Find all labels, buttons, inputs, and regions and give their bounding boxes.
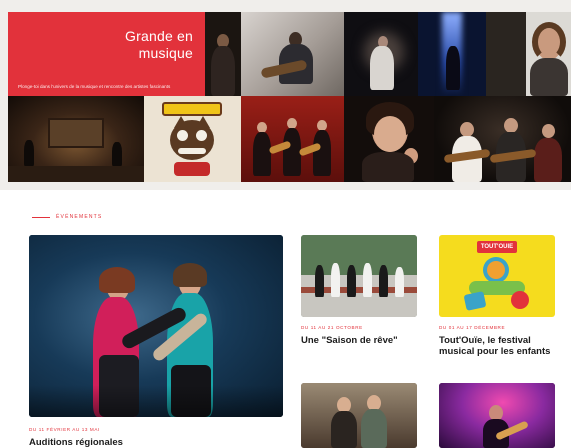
event-card-saison[interactable]: DU 11 AU 21 OCTOBRE Une "Saison de rêve": [301, 235, 417, 375]
photo-woman-portrait[interactable]: [486, 12, 571, 96]
event-title-toutouie[interactable]: Tout'Ouïe, le festival musical pour les …: [439, 335, 555, 357]
section-rule: [32, 216, 50, 218]
photo-band-red[interactable]: [241, 96, 344, 182]
photo-dancer-spotlight[interactable]: [344, 12, 418, 96]
event-image-saison[interactable]: [301, 235, 417, 317]
hero-banner: Grande en musique Plonge-toi dans l'univ…: [0, 0, 571, 190]
event-image-auditions[interactable]: [29, 235, 283, 417]
event-title-saison[interactable]: Une "Saison de rêve": [301, 335, 417, 346]
photo-guitarist-stage[interactable]: [241, 12, 344, 96]
event-image-toutouie[interactable]: TOUT'OUIE: [439, 235, 555, 317]
photo-folk-group[interactable]: [434, 96, 571, 182]
photo-theatre-stage[interactable]: [8, 96, 144, 182]
event-date-saison: DU 11 AU 21 OCTOBRE: [301, 325, 363, 330]
event-card-auditions[interactable]: DU 11 FÉVRIER AU 13 MAI Auditions région…: [29, 235, 283, 448]
event-image-duo[interactable]: [301, 383, 417, 448]
event-card-toutouie[interactable]: TOUT'OUIE DU 01 AU 17 DÉCEMBRE Tout'Ouïe…: [439, 235, 555, 375]
event-card-concert[interactable]: [439, 383, 555, 448]
poster-badge: TOUT'OUIE: [477, 241, 517, 253]
photo-mosaic: Grande en musique Plonge-toi dans l'univ…: [8, 12, 571, 182]
event-card-duo[interactable]: [301, 383, 417, 448]
hero-title-block[interactable]: Grande en musique Plonge-toi dans l'univ…: [8, 12, 205, 96]
event-title-auditions[interactable]: Auditions régionales: [29, 437, 283, 448]
section-label-text: Événements: [56, 214, 103, 220]
photo-singer-dark[interactable]: [205, 12, 241, 96]
photo-blue-light[interactable]: [418, 12, 486, 96]
hero-subtitle: Plonge-toi dans l'univers de la musique …: [18, 84, 171, 89]
event-date-auditions: DU 11 FÉVRIER AU 13 MAI: [29, 427, 100, 432]
photo-woman-smiling[interactable]: [344, 96, 434, 182]
event-date-toutouie: DU 01 AU 17 DÉCEMBRE: [439, 325, 506, 330]
event-image-concert[interactable]: [439, 383, 555, 448]
section-label: Événements: [32, 212, 102, 222]
hero-title: Grande en musique: [125, 28, 193, 61]
photo-cat-poster[interactable]: [144, 96, 241, 182]
